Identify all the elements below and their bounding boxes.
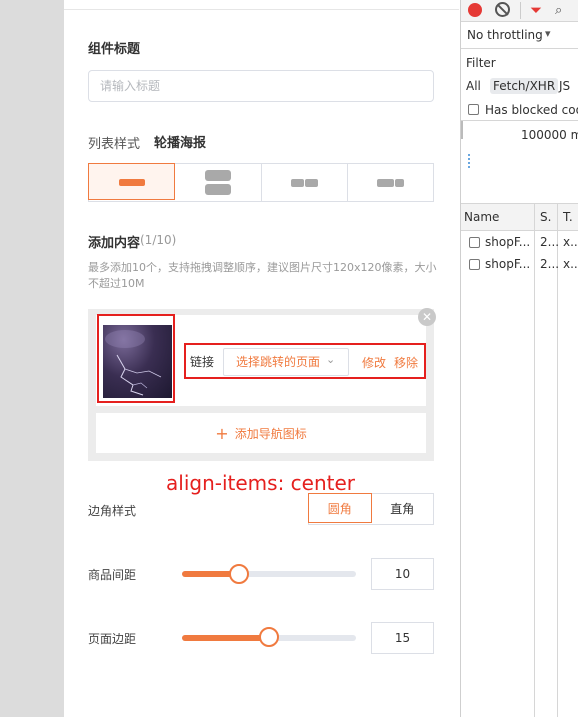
row-name: shopF... <box>485 257 531 271</box>
row-type: x... <box>563 235 578 249</box>
link-row-highlight-frame <box>184 343 426 379</box>
row-status: 2... <box>540 235 560 249</box>
corner-style-options: 圆角 直角 <box>308 493 434 525</box>
timeline-bars <box>468 154 471 168</box>
list-style-options <box>88 163 434 202</box>
side-gutter <box>0 0 64 717</box>
title-input[interactable]: 请输入标题 <box>88 70 434 102</box>
filter-icon[interactable]: ⏷ <box>530 2 542 18</box>
add-content-label: 添加内容 <box>88 236 141 251</box>
filter-tab-fetch[interactable]: Fetch/XHR <box>490 78 559 94</box>
filter-tab-js[interactable]: JS <box>559 79 570 93</box>
double-right-icon <box>304 179 318 187</box>
spacing-slider-handle[interactable] <box>229 564 249 584</box>
row-file-icon <box>469 237 480 248</box>
timeline-label: 100000 ms <box>521 128 578 142</box>
style-option-scroll[interactable] <box>348 164 433 201</box>
add-nav-button[interactable]: + 添加导航图标 <box>96 413 426 453</box>
spacing-label: 商品间距 <box>88 568 137 582</box>
list-style-label: 列表样式 <box>88 137 141 152</box>
stacked-top-icon <box>205 170 232 181</box>
margin-slider-handle[interactable] <box>259 627 279 647</box>
toolbar-divider <box>520 2 521 19</box>
table-row[interactable]: shopF... 2... x... <box>461 253 578 275</box>
style-option-double[interactable] <box>262 164 348 201</box>
list-style-value: 轮播海报 <box>154 136 207 151</box>
carousel-icon <box>119 179 145 186</box>
column-divider <box>557 204 558 717</box>
column-name[interactable]: Name <box>464 210 499 224</box>
filter-label: Filter <box>466 56 496 70</box>
add-nav-label: 添加导航图标 <box>234 426 307 441</box>
row-file-icon <box>469 259 480 270</box>
row-type: x... <box>563 257 578 271</box>
scroll-side-icon <box>394 179 404 187</box>
divider <box>461 48 578 49</box>
blocked-cookies-checkbox[interactable] <box>468 104 479 115</box>
margin-slider-fill <box>182 635 269 641</box>
search-icon[interactable]: ⌕ <box>555 3 562 18</box>
margin-input[interactable]: 15 <box>371 622 434 654</box>
divider <box>64 9 459 10</box>
corner-option-rounded[interactable]: 圆角 <box>308 493 372 523</box>
scroll-main-icon <box>376 179 394 187</box>
column-divider <box>534 204 535 717</box>
corner-style-label: 边角样式 <box>88 504 137 518</box>
title-section-label: 组件标题 <box>88 42 141 57</box>
clear-icon[interactable] <box>495 2 510 17</box>
image-highlight-frame <box>97 314 175 403</box>
close-icon[interactable]: ✕ <box>418 308 436 326</box>
style-option-stacked[interactable] <box>175 164 262 201</box>
chevron-down-icon: ▾ <box>545 27 551 40</box>
column-status[interactable]: S. <box>540 210 551 224</box>
plus-icon: + <box>215 423 229 443</box>
row-status: 2... <box>540 257 560 271</box>
annotation-text: align-items: center <box>166 471 356 495</box>
add-content-count: (1/10) <box>140 233 177 247</box>
divider <box>461 120 578 121</box>
column-type[interactable]: T. <box>563 210 573 224</box>
filter-tab-all[interactable]: All <box>466 79 481 93</box>
row-name: shopF... <box>485 235 531 249</box>
stacked-bottom-icon <box>205 184 232 195</box>
upload-hint: 最多添加10个，支持拖拽调整顺序，建议图片尺寸120x120像素，大小不超过10… <box>88 261 437 290</box>
throttling-select[interactable]: No throttling <box>467 28 543 42</box>
record-icon[interactable] <box>468 3 482 17</box>
style-option-carousel[interactable] <box>88 163 176 200</box>
double-left-icon <box>290 179 304 187</box>
spacing-input[interactable]: 10 <box>371 558 434 590</box>
blocked-cookies-label: Has blocked cook <box>485 103 578 117</box>
margin-label: 页面边距 <box>88 632 137 646</box>
timeline-marker <box>461 121 463 139</box>
corner-option-square[interactable]: 直角 <box>372 494 434 524</box>
table-row[interactable]: shopF... 2... x... <box>461 231 578 253</box>
